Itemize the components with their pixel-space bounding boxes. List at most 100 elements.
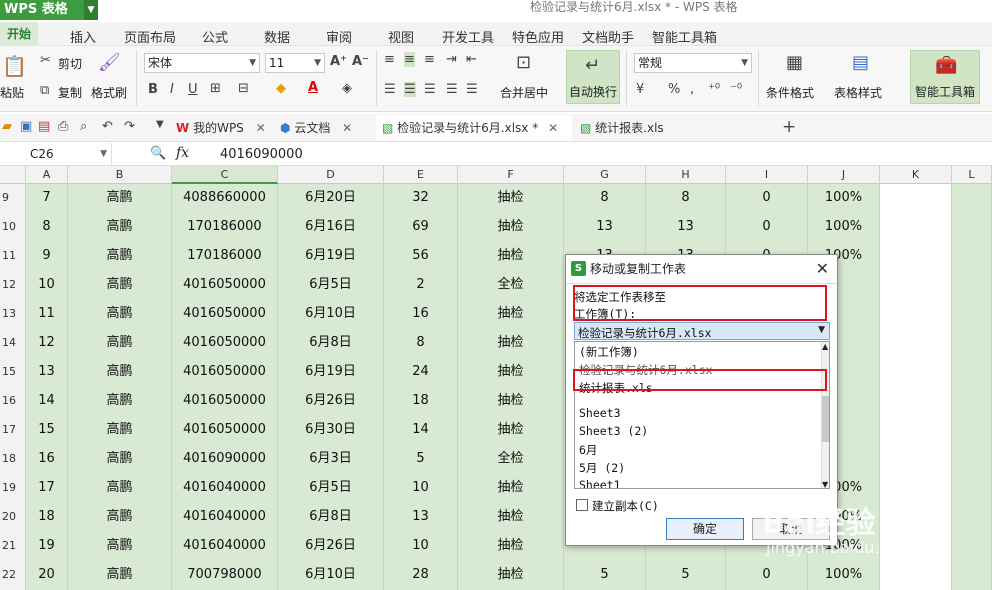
col-header-j[interactable]: J xyxy=(808,166,880,184)
cell-e[interactable]: 56 xyxy=(384,242,458,271)
cell-e[interactable]: 2 xyxy=(384,271,458,300)
number-format-select[interactable]: 常规 ▼ xyxy=(634,53,752,73)
ok-button[interactable]: 确定 xyxy=(666,518,744,540)
print-icon[interactable]: ⎙ xyxy=(58,119,68,134)
align-middle-icon[interactable]: ≡ xyxy=(404,52,415,67)
cell-h[interactable]: 8 xyxy=(646,184,726,213)
cell-b[interactable]: 高鹏 xyxy=(68,416,172,445)
undo-icon[interactable]: ↶ xyxy=(102,119,113,134)
cell-e[interactable]: 10 xyxy=(384,532,458,561)
cell-d[interactable]: 6月20日 xyxy=(278,184,384,213)
cell-f[interactable]: 抽检 xyxy=(458,358,564,387)
cell-d[interactable]: 6月19日 xyxy=(278,242,384,271)
cell-l[interactable] xyxy=(952,300,992,329)
menu-start[interactable]: 开始 xyxy=(0,22,38,46)
cell-f[interactable]: 抽检 xyxy=(458,474,564,503)
paste-icon[interactable]: 📋 xyxy=(2,54,27,78)
cell-a[interactable]: 20 xyxy=(26,561,68,590)
distributed-icon[interactable]: ☰ xyxy=(466,82,478,97)
app-menu-button[interactable]: WPS 表格 ▼ xyxy=(0,0,98,20)
cell-b[interactable]: 高鹏 xyxy=(68,184,172,213)
row-header[interactable]: 16 xyxy=(0,387,26,416)
increase-decimal-icon[interactable]: ⁺⁰ xyxy=(708,82,720,97)
row-header[interactable]: 12 xyxy=(0,271,26,300)
row-header[interactable]: 11 xyxy=(0,242,26,271)
menu-formulas[interactable]: 公式 xyxy=(202,27,228,46)
cell-d[interactable]: 6月10日 xyxy=(278,300,384,329)
col-header-k[interactable]: K xyxy=(880,166,952,184)
cell-f[interactable]: 抽检 xyxy=(458,213,564,242)
sheet-list-item[interactable]: Sheet3 xyxy=(579,406,621,420)
cell-j[interactable]: 100% xyxy=(808,561,880,590)
bold-icon[interactable]: B xyxy=(148,82,158,97)
cell-l[interactable] xyxy=(952,474,992,503)
conditional-format-button[interactable]: 条件格式 xyxy=(766,84,814,101)
cell-a[interactable]: 19 xyxy=(26,532,68,561)
col-header-l[interactable]: L xyxy=(952,166,992,184)
cell-d[interactable]: 6月26日 xyxy=(278,387,384,416)
align-center-icon[interactable]: ☰ xyxy=(404,82,416,97)
align-bottom-icon[interactable]: ≡ xyxy=(424,52,435,67)
cell-a[interactable]: 8 xyxy=(26,213,68,242)
row-header[interactable]: 17 xyxy=(0,416,26,445)
format-painter-button[interactable]: 格式刷 xyxy=(91,84,127,101)
shrink-font-icon[interactable]: A⁻ xyxy=(352,54,369,69)
cell-e[interactable]: 18 xyxy=(384,387,458,416)
sheet-list-item[interactable]: 6月 xyxy=(579,442,597,458)
cell-k[interactable] xyxy=(880,242,952,271)
grow-font-icon[interactable]: A⁺ xyxy=(330,54,347,69)
col-header-a[interactable]: A xyxy=(26,166,68,184)
cell-k[interactable] xyxy=(880,445,952,474)
cell-l[interactable] xyxy=(952,358,992,387)
menu-special[interactable]: 特色应用 xyxy=(512,27,564,46)
close-icon[interactable]: ✕ xyxy=(256,121,266,135)
row-header[interactable]: 21 xyxy=(0,532,26,561)
export-pdf-icon[interactable]: ▤ xyxy=(38,119,50,134)
tab-workbook-active[interactable]: ▧ 检验记录与统计6月.xlsx * ✕ xyxy=(376,115,572,141)
cell-e[interactable]: 28 xyxy=(384,561,458,590)
font-size-select[interactable]: 11 ▼ xyxy=(265,53,325,73)
cell-l[interactable] xyxy=(952,503,992,532)
col-header-i[interactable]: I xyxy=(726,166,808,184)
cell-k[interactable] xyxy=(880,561,952,590)
cell-c[interactable]: 4088660000 xyxy=(172,184,278,213)
cell-f[interactable]: 抽检 xyxy=(458,532,564,561)
redo-icon[interactable]: ↷ xyxy=(124,119,135,134)
row-header[interactable]: 15 xyxy=(0,358,26,387)
cell-a[interactable]: 9 xyxy=(26,242,68,271)
sheet-list-item[interactable]: Sheet1 xyxy=(579,478,621,488)
border-icon[interactable]: ⊞ xyxy=(210,81,221,96)
scroll-up-icon[interactable]: ▲ xyxy=(822,342,828,351)
menu-smart-toolbox[interactable]: 智能工具箱 xyxy=(652,27,717,46)
cell-b[interactable]: 高鹏 xyxy=(68,271,172,300)
paste-button[interactable]: 粘贴 xyxy=(0,84,24,101)
cell-g[interactable]: 5 xyxy=(564,561,646,590)
cell-f[interactable]: 抽检 xyxy=(458,387,564,416)
workbook-select[interactable]: 检验记录与统计6月.xlsx ▼ xyxy=(574,322,830,340)
cell-d[interactable]: 6月10日 xyxy=(278,561,384,590)
cell-k[interactable] xyxy=(880,416,952,445)
cell-d[interactable]: 6月8日 xyxy=(278,503,384,532)
cell-e[interactable]: 16 xyxy=(384,300,458,329)
table-style-button[interactable]: 表格样式 xyxy=(834,84,882,101)
cell-c[interactable]: 4016050000 xyxy=(172,358,278,387)
justify-icon[interactable]: ☰ xyxy=(446,82,458,97)
cell-h[interactable]: 13 xyxy=(646,213,726,242)
comma-button[interactable]: , xyxy=(690,82,694,97)
save-icon[interactable]: ▣ xyxy=(20,119,32,134)
cell-b[interactable]: 高鹏 xyxy=(68,503,172,532)
smart-toolbox-button[interactable]: 🧰 智能工具箱 xyxy=(910,50,980,104)
cell-c[interactable]: 4016040000 xyxy=(172,532,278,561)
cell-f[interactable]: 抽检 xyxy=(458,503,564,532)
cell-k[interactable] xyxy=(880,474,952,503)
cell-k[interactable] xyxy=(880,271,952,300)
align-left-icon[interactable]: ☰ xyxy=(384,82,396,97)
cell-f[interactable]: 抽检 xyxy=(458,184,564,213)
copy-button[interactable]: 复制 xyxy=(58,84,82,101)
tab-cloud-docs[interactable]: ⬢ 云文档 ✕ xyxy=(280,115,372,141)
cell-k[interactable] xyxy=(880,300,952,329)
cell-b[interactable]: 高鹏 xyxy=(68,445,172,474)
cell-a[interactable]: 13 xyxy=(26,358,68,387)
cell-b[interactable]: 高鹏 xyxy=(68,329,172,358)
sheet-list-item[interactable]: (新工作簿) xyxy=(579,344,639,360)
